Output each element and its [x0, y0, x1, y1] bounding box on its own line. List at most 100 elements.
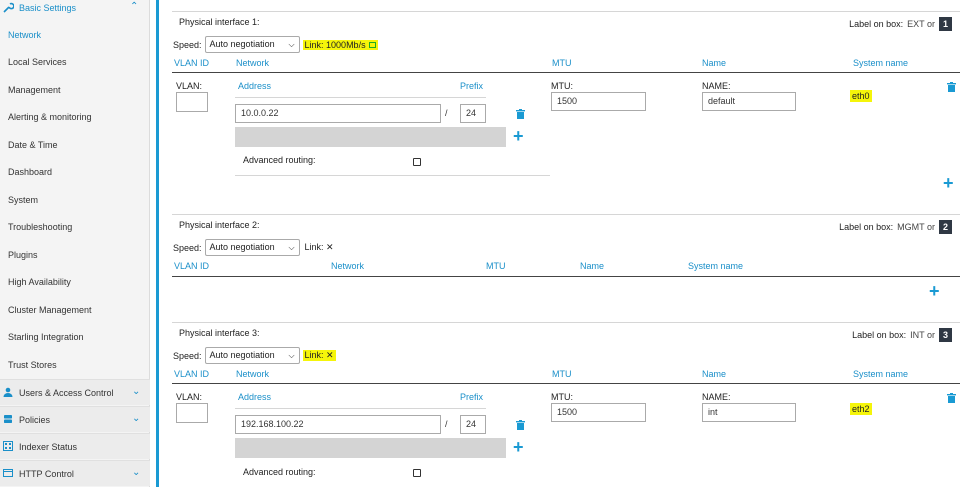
vlan-field-label: VLAN: — [176, 81, 203, 91]
speed-select[interactable]: Auto negotiation ⌵ — [204, 347, 300, 364]
sidebar-group-users-access[interactable]: Users & Access Control ⌄ — [0, 379, 150, 405]
sidebar-item-network[interactable]: Network — [0, 22, 150, 48]
col-vlan-id: VLAN ID — [174, 58, 210, 68]
address-divider — [235, 408, 486, 409]
prefix-slash: / — [445, 108, 448, 118]
address-bottom-divider — [235, 175, 550, 176]
physical-interface-2-panel: Physical interface 2: Label on box: MGMT… — [172, 214, 960, 322]
sidebar: Basic Settings ⌃ Network Local Services … — [0, 0, 150, 487]
sidebar-group-label: Users & Access Control — [19, 388, 114, 398]
http-control-icon — [3, 468, 13, 478]
col-system-name: System name — [853, 369, 909, 379]
box-number-badge: 2 — [939, 220, 952, 234]
chevron-down-icon[interactable]: ⌄ — [132, 413, 140, 424]
col-mtu: MTU — [552, 369, 572, 379]
sidebar-section-label: Basic Settings — [19, 3, 77, 13]
label-on-box-caption: Label on box: — [852, 330, 907, 340]
trash-icon[interactable] — [947, 393, 956, 403]
sidebar-item-high-availability[interactable]: High Availability — [0, 269, 150, 295]
col-network: Network — [236, 58, 270, 68]
link-status-text: Link: 1000Mb/s — [304, 39, 366, 50]
label-on-box-value: EXT or — [907, 19, 935, 29]
link-ok-icon — [369, 42, 377, 49]
col-vlan-id: VLAN ID — [174, 369, 210, 379]
sidebar-section-basic-settings[interactable]: Basic Settings ⌃ — [0, 0, 150, 22]
advanced-routing-checkbox[interactable] — [413, 158, 421, 166]
prefix-slash: / — [445, 419, 448, 429]
vlan-input[interactable] — [176, 92, 208, 112]
sidebar-item-date-time[interactable]: Date & Time — [0, 132, 150, 158]
label-on-box: Label on box: EXT or 1 — [849, 17, 952, 31]
header-divider — [172, 383, 960, 384]
sidebar-item-local-services[interactable]: Local Services — [0, 49, 150, 75]
link-status: Link: 1000Mb/s — [302, 39, 379, 50]
sidebar-group-label: HTTP Control — [19, 469, 74, 479]
name-field-label: NAME: — [702, 81, 731, 91]
name-input[interactable]: int — [702, 403, 796, 422]
chevron-down-icon[interactable]: ⌄ — [132, 386, 140, 397]
mtu-input[interactable]: 1500 — [551, 403, 646, 422]
col-name: Name — [702, 58, 727, 68]
advanced-routing-checkbox[interactable] — [413, 469, 421, 477]
sidebar-item-cluster-management[interactable]: Cluster Management — [0, 297, 150, 323]
sidebar-item-management[interactable]: Management — [0, 77, 150, 103]
system-name-value: eth0 — [850, 90, 872, 102]
vlan-input[interactable] — [176, 403, 208, 423]
sidebar-item-alerting[interactable]: Alerting & monitoring — [0, 104, 150, 130]
sidebar-divider — [156, 0, 159, 487]
sidebar-group-policies[interactable]: Policies ⌄ — [0, 406, 150, 432]
chevron-down-icon[interactable]: ⌄ — [132, 467, 140, 478]
col-vlan-id: VLAN ID — [174, 261, 210, 271]
add-address-plus-icon[interactable]: + — [513, 438, 524, 456]
prefix-label: Prefix — [460, 392, 484, 402]
header-divider — [172, 72, 960, 73]
indexer-icon — [3, 441, 13, 451]
col-mtu: MTU — [552, 58, 572, 68]
address-divider — [235, 97, 486, 98]
add-vlan-plus-icon[interactable]: + — [943, 174, 954, 192]
name-input[interactable]: default — [702, 92, 796, 111]
address-label: Address — [238, 81, 272, 91]
advanced-routing-label: Advanced routing: — [243, 467, 316, 477]
chevron-down-icon: ⌵ — [288, 40, 295, 49]
name-field-label: NAME: — [702, 392, 731, 402]
speed-select[interactable]: Auto negotiation ⌵ — [204, 36, 300, 53]
sidebar-group-http-control[interactable]: HTTP Control ⌄ — [0, 460, 150, 486]
label-on-box: Label on box: INT or 3 — [852, 328, 952, 342]
label-on-box: Label on box: MGMT or 2 — [839, 220, 952, 234]
physical-interface-1-panel: Physical interface 1: Label on box: EXT … — [172, 11, 960, 214]
col-network: Network — [236, 369, 270, 379]
address-input[interactable]: 192.168.100.22 — [235, 415, 441, 434]
label-on-box-caption: Label on box: — [839, 222, 894, 232]
chevron-up-icon[interactable]: ⌃ — [130, 1, 138, 12]
link-status: Link: ✕ — [302, 350, 336, 361]
add-vlan-plus-icon[interactable]: + — [929, 282, 940, 300]
trash-icon[interactable] — [516, 109, 525, 119]
add-address-plus-icon[interactable]: + — [513, 127, 524, 145]
address-add-row — [235, 438, 506, 458]
sidebar-item-trust-stores[interactable]: Trust Stores — [0, 352, 150, 378]
wrench-icon — [3, 2, 15, 14]
prefix-input[interactable]: 24 — [460, 415, 486, 434]
sidebar-item-plugins[interactable]: Plugins — [0, 242, 150, 268]
label-on-box-value: MGMT or — [897, 222, 935, 232]
sidebar-item-starling-integration[interactable]: Starling Integration — [0, 324, 150, 350]
mtu-field-label: MTU: — [551, 392, 573, 402]
trash-icon[interactable] — [516, 420, 525, 430]
col-system-name: System name — [688, 261, 744, 271]
mtu-input[interactable]: 1500 — [551, 92, 646, 111]
policies-icon — [3, 414, 13, 424]
sidebar-item-dashboard[interactable]: Dashboard — [0, 159, 150, 185]
prefix-input[interactable]: 24 — [460, 104, 486, 123]
physical-interface-3-panel: Physical interface 3: Label on box: INT … — [172, 322, 960, 487]
sidebar-group-indexer-status[interactable]: Indexer Status — [0, 433, 150, 459]
sidebar-item-troubleshooting[interactable]: Troubleshooting — [0, 214, 150, 240]
box-number-badge: 1 — [939, 17, 952, 31]
sidebar-item-system[interactable]: System — [0, 187, 150, 213]
advanced-routing-label: Advanced routing: — [243, 155, 316, 165]
address-input[interactable]: 10.0.0.22 — [235, 104, 441, 123]
vlan-field-label: VLAN: — [176, 392, 203, 402]
col-name: Name — [702, 369, 727, 379]
trash-icon[interactable] — [947, 82, 956, 92]
speed-select[interactable]: Auto negotiation ⌵ — [204, 239, 300, 256]
